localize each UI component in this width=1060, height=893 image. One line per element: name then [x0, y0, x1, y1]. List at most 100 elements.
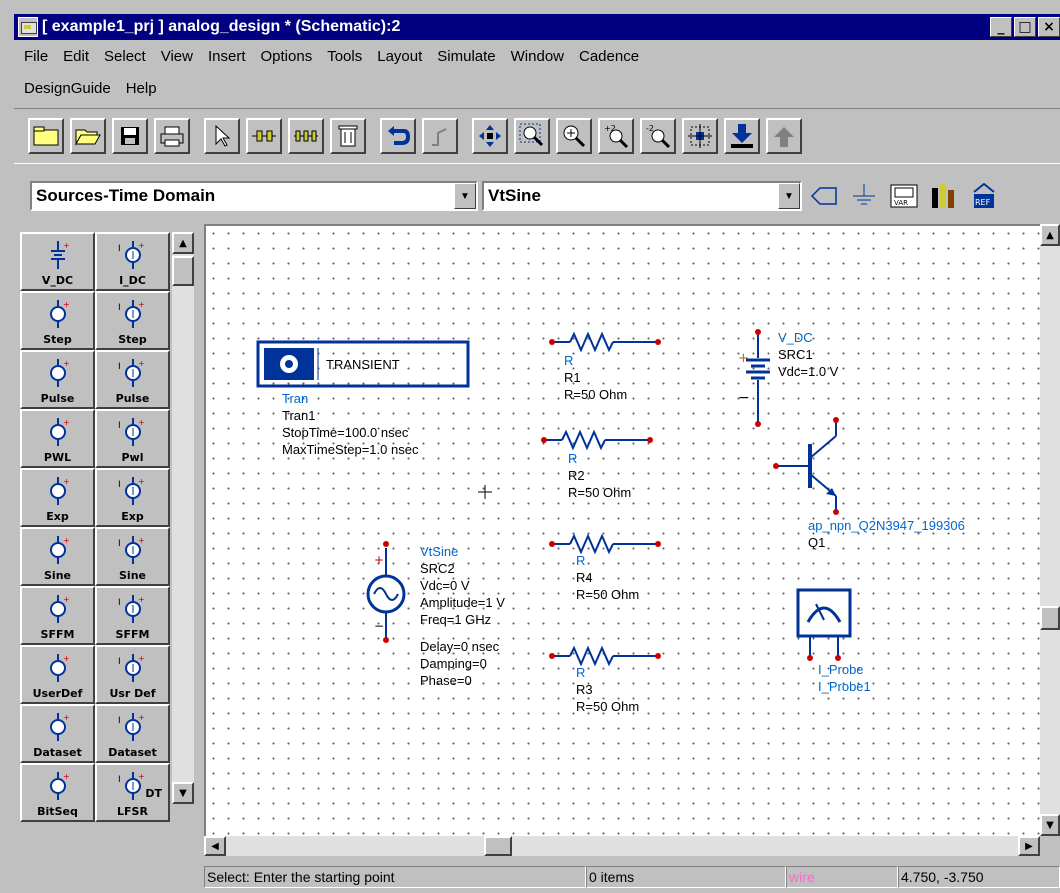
var-icon[interactable]: VAR [886, 178, 922, 214]
palette-item-userdef[interactable]: + UserDef [20, 645, 95, 704]
svg-text:+: + [63, 713, 70, 722]
palette-scrollbar[interactable]: ▲ ▼ [172, 232, 194, 804]
palette-item-i-dc[interactable]: I + I_DC [95, 232, 170, 291]
menu-select[interactable]: Select [104, 48, 146, 65]
scroll-up-icon[interactable]: ▲ [172, 232, 194, 254]
palette-item-label: Step [43, 333, 72, 346]
ground-icon[interactable] [846, 178, 882, 214]
component-select[interactable]: VtSine ▼ [482, 181, 802, 211]
palette-item-sine[interactable]: I + Sine [95, 527, 170, 586]
menu-window[interactable]: Window [511, 48, 564, 65]
menu-simulate[interactable]: Simulate [437, 48, 495, 65]
menu-bar: File Edit Select View Insert Options Too… [14, 44, 1060, 100]
palette-item-exp[interactable]: + Exp [20, 468, 95, 527]
folder-open-icon[interactable] [70, 118, 106, 154]
view-all-icon[interactable] [682, 118, 718, 154]
palette-item-pwl[interactable]: I + Pwl [95, 409, 170, 468]
print-icon[interactable] [154, 118, 190, 154]
palette-item-bitseq[interactable]: + BitSeq [20, 763, 95, 822]
menu-designguide[interactable]: DesignGuide [24, 80, 111, 97]
resistor-r3[interactable] [549, 645, 661, 667]
move-icon[interactable] [472, 118, 508, 154]
insert-pin-multi-icon[interactable] [288, 118, 324, 154]
palette-scroll-thumb[interactable] [172, 256, 194, 286]
close-button[interactable]: × [1038, 17, 1060, 37]
svg-text:REF: REF [975, 198, 991, 207]
zoom-in-icon[interactable] [556, 118, 592, 154]
redo-icon[interactable] [422, 118, 458, 154]
palette-item-pwl[interactable]: + PWL [20, 409, 95, 468]
palette-item-sine[interactable]: + Sine [20, 527, 95, 586]
app-icon[interactable] [18, 17, 38, 37]
horizontal-scroll-thumb[interactable] [484, 836, 512, 856]
palette-item-exp[interactable]: I + Exp [95, 468, 170, 527]
palette-item-sffm[interactable]: + SFFM [20, 586, 95, 645]
save-icon[interactable] [112, 118, 148, 154]
r1-type: R [564, 353, 573, 368]
menu-edit[interactable]: Edit [63, 48, 89, 65]
palette-item-pulse[interactable]: + Pulse [20, 350, 95, 409]
library-select[interactable]: Sources-Time Domain ▼ [30, 181, 478, 211]
transient-controller[interactable]: TRANSIENT [256, 340, 470, 388]
minimize-button[interactable]: _ [990, 17, 1012, 37]
menu-options[interactable]: Options [261, 48, 313, 65]
chevron-down-icon[interactable]: ▼ [454, 183, 476, 209]
scroll-up-icon[interactable]: ▲ [1040, 224, 1060, 246]
folder-new-icon[interactable] [28, 118, 64, 154]
menu-view[interactable]: View [161, 48, 193, 65]
display-template-icon[interactable] [926, 178, 962, 214]
pwl-current-icon: I + [118, 418, 144, 446]
insert-pin-icon[interactable] [246, 118, 282, 154]
scroll-down-icon[interactable]: ▼ [1040, 814, 1060, 836]
zoom-in-2-icon[interactable]: +2 [598, 118, 634, 154]
r3-value: R=50 Ohm [576, 699, 639, 714]
resistor-r1[interactable] [549, 331, 661, 353]
menu-file[interactable]: File [24, 48, 48, 65]
palette-item-step[interactable]: I + Step [95, 291, 170, 350]
menu-cadence[interactable]: Cadence [579, 48, 639, 65]
canvas-vertical-scrollbar[interactable]: ▲ ▼ [1040, 224, 1060, 836]
pop-up-icon[interactable] [766, 118, 802, 154]
push-down-icon[interactable] [724, 118, 760, 154]
status-mode: wire [786, 866, 898, 888]
vtsine-source[interactable]: + − [366, 541, 406, 643]
palette-item-usr-def[interactable]: I + Usr Def [95, 645, 170, 704]
port-icon[interactable] [806, 178, 842, 214]
vtsine-vdc: Vdc=0 V [420, 578, 470, 593]
palette-item-sffm[interactable]: I + SFFM [95, 586, 170, 645]
menu-layout[interactable]: Layout [377, 48, 422, 65]
ads-schematic-window: [ example1_prj ] analog_design * (Schema… [0, 0, 1060, 893]
resistor-r2[interactable] [541, 429, 653, 451]
chevron-down-icon[interactable]: ▼ [778, 183, 800, 209]
menu-insert[interactable]: Insert [208, 48, 246, 65]
vdc-source[interactable]: + − [738, 329, 770, 427]
canvas-horizontal-scrollbar[interactable]: ◀ ▶ [204, 836, 1040, 856]
select-pointer-icon[interactable] [204, 118, 240, 154]
menu-help[interactable]: Help [126, 80, 157, 97]
current-probe[interactable] [796, 588, 852, 661]
maximize-button[interactable]: □ [1014, 17, 1036, 37]
schematic-canvas[interactable]: TRANSIENT Tran Tran1 StopTime=100.0 nsec… [204, 224, 1040, 836]
zoom-area-icon[interactable] [514, 118, 550, 154]
palette-item-v-dc[interactable]: + V_DC [20, 232, 95, 291]
ref-icon[interactable]: REF [966, 178, 1002, 214]
undo-icon[interactable] [380, 118, 416, 154]
sine-current-icon: I + [118, 536, 144, 564]
resistor-r4[interactable] [549, 533, 661, 555]
scroll-left-icon[interactable]: ◀ [204, 836, 226, 856]
palette-item-dataset[interactable]: I + Dataset [95, 704, 170, 763]
scroll-right-icon[interactable]: ▶ [1018, 836, 1040, 856]
palette-item-label: Step [118, 333, 147, 346]
npn-transistor-q1[interactable] [773, 417, 839, 515]
palette-item-pulse[interactable]: I + Pulse [95, 350, 170, 409]
zoom-out-2-icon[interactable]: -2 [640, 118, 676, 154]
status-bar: Select: Enter the starting point 0 items… [204, 866, 1060, 890]
palette-item-step[interactable]: + Step [20, 291, 95, 350]
vertical-scroll-thumb[interactable] [1040, 606, 1060, 630]
delete-icon[interactable] [330, 118, 366, 154]
scroll-down-icon[interactable]: ▼ [172, 782, 194, 804]
menu-tools[interactable]: Tools [327, 48, 362, 65]
palette-item-dataset[interactable]: + Dataset [20, 704, 95, 763]
palette-item-lfsr[interactable]: I + LFSR DT [95, 763, 170, 822]
userdef-voltage-icon: + [49, 654, 69, 682]
